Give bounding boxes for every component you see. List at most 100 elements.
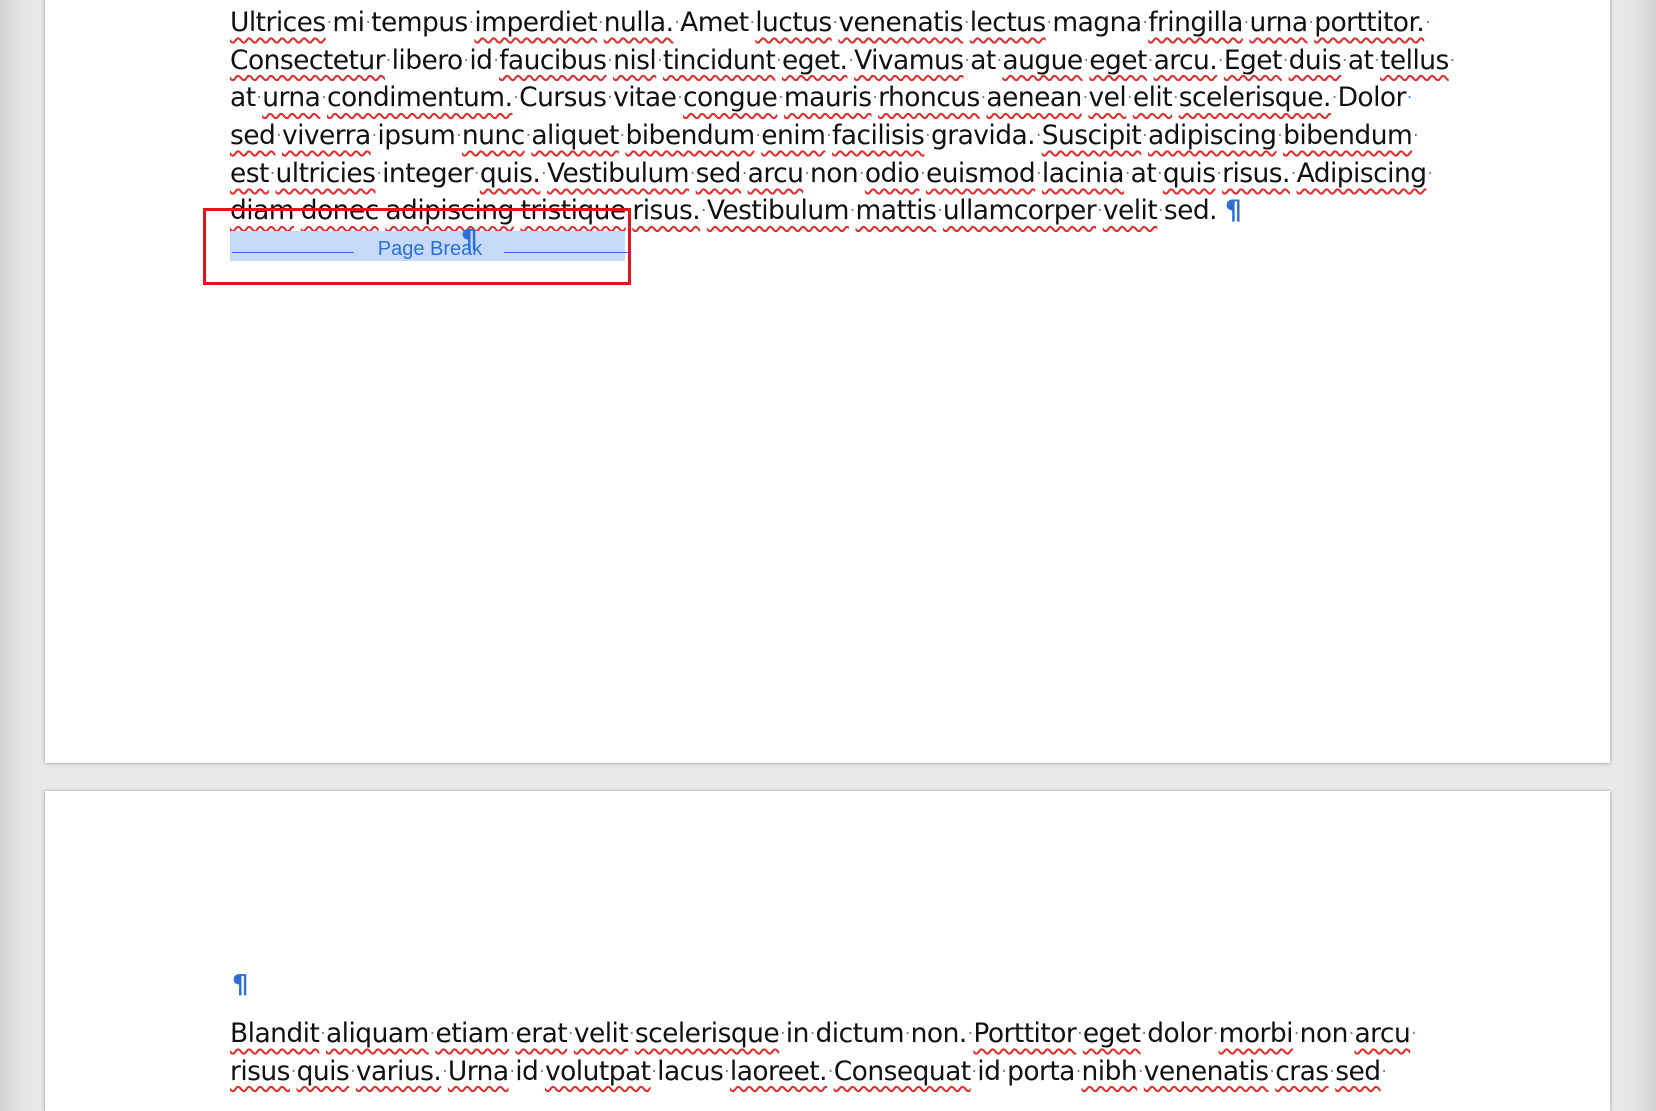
misspelled-word: odio bbox=[864, 157, 920, 189]
space-mark: · bbox=[509, 1061, 515, 1081]
space-mark: · bbox=[776, 50, 781, 70]
misspelled-word: Eget bbox=[1223, 44, 1283, 76]
misspelled-word: cras bbox=[1275, 1055, 1329, 1087]
space-mark: · bbox=[607, 50, 613, 70]
misspelled-word: duis bbox=[1288, 44, 1342, 76]
space-mark: · bbox=[971, 1061, 977, 1081]
document-page-1[interactable]: Ultrices·mi·tempus·imperdiet·nulla.·Amet… bbox=[45, 0, 1610, 763]
word: Cursus bbox=[519, 82, 607, 114]
misspelled-word: imperdiet bbox=[474, 7, 598, 38]
misspelled-word: fringilla bbox=[1148, 7, 1243, 38]
space-mark: · bbox=[463, 50, 469, 70]
misspelled-word: mattis bbox=[855, 195, 937, 227]
space-mark: · bbox=[1077, 1024, 1082, 1044]
page-break-rule-left bbox=[232, 252, 354, 253]
space-mark: · bbox=[1425, 13, 1430, 33]
word: libero bbox=[391, 44, 464, 76]
empty-paragraph-mark[interactable]: ¶ bbox=[232, 970, 249, 1000]
misspelled-word: venenatis bbox=[838, 7, 964, 38]
space-mark: · bbox=[741, 163, 747, 183]
space-mark: · bbox=[276, 126, 281, 146]
space-mark: · bbox=[365, 13, 371, 33]
word: non bbox=[1299, 1018, 1349, 1049]
space-mark: · bbox=[568, 1024, 573, 1044]
misspelled-word: Consectetur bbox=[230, 44, 385, 76]
misspelled-word: arcu bbox=[1354, 1018, 1411, 1049]
misspelled-word: Consequat bbox=[833, 1055, 971, 1087]
text-line: at·urna·condimentum.·Cursus·vitae·congue… bbox=[230, 79, 1445, 117]
misspelled-word: velit bbox=[1102, 195, 1158, 227]
misspelled-word: arcu. bbox=[1153, 44, 1218, 76]
misspelled-word: adipiscing bbox=[385, 195, 514, 227]
space-mark: · bbox=[1036, 163, 1041, 183]
space-mark: · bbox=[1124, 163, 1130, 183]
space-mark: · bbox=[493, 50, 499, 70]
misspelled-word: luctus bbox=[755, 7, 832, 38]
page-break-marker[interactable]: Page Break bbox=[230, 231, 630, 261]
word: non bbox=[810, 157, 859, 189]
misspelled-word: velit bbox=[573, 1018, 629, 1049]
misspelled-word: tincidunt bbox=[662, 44, 776, 76]
misspelled-word: est bbox=[230, 157, 269, 189]
misspelled-word: aliquam bbox=[325, 1018, 429, 1049]
space-mark: · bbox=[1157, 163, 1162, 183]
word: at bbox=[1130, 157, 1157, 189]
misspelled-word: sed bbox=[695, 157, 742, 189]
text-line: Blandit·aliquam·etiam·erat·velit·sceleri… bbox=[230, 1015, 1445, 1053]
word: vitae bbox=[613, 82, 677, 114]
space-mark: · bbox=[872, 88, 878, 108]
misspelled-word: quis. bbox=[479, 157, 541, 189]
space-mark: · bbox=[1173, 88, 1178, 108]
space-mark: · bbox=[828, 1061, 833, 1081]
space-mark: · bbox=[689, 163, 695, 183]
word: magna bbox=[1052, 7, 1142, 38]
misspelled-word: erat bbox=[515, 1018, 568, 1049]
space-mark: · bbox=[980, 88, 986, 108]
space-mark: · bbox=[1406, 88, 1412, 108]
body-paragraph[interactable]: Ultrices·mi·tempus·imperdiet·nulla.·Amet… bbox=[230, 4, 1455, 230]
space-mark: · bbox=[429, 1024, 435, 1044]
space-mark: · bbox=[1427, 163, 1433, 183]
space-mark: · bbox=[1308, 13, 1314, 33]
misspelled-word: Vivamus bbox=[854, 44, 964, 76]
space-mark: · bbox=[295, 201, 300, 221]
space-mark: · bbox=[724, 1061, 729, 1081]
document-page-2[interactable]: ¶ Blandit·aliquam·etiam·erat·velit·scele… bbox=[45, 791, 1610, 1111]
space-mark: · bbox=[468, 13, 474, 33]
misspelled-word: risus. bbox=[1222, 157, 1290, 189]
space-mark: · bbox=[371, 126, 377, 146]
body-paragraph[interactable]: Blandit·aliquam·etiam·erat·velit·sceleri… bbox=[230, 1015, 1445, 1090]
space-mark: · bbox=[1243, 13, 1249, 33]
space-mark: · bbox=[1075, 1061, 1081, 1081]
misspelled-word: Suscipit bbox=[1041, 120, 1142, 152]
space-mark: · bbox=[1216, 163, 1222, 183]
space-mark: · bbox=[541, 163, 546, 183]
space-mark: · bbox=[376, 163, 382, 183]
space-mark: · bbox=[674, 13, 680, 33]
misspelled-word: eget. bbox=[781, 44, 848, 76]
space-mark: · bbox=[1141, 1024, 1147, 1044]
misspelled-word: morbi bbox=[1218, 1018, 1294, 1049]
space-mark: · bbox=[937, 201, 942, 221]
space-mark: · bbox=[780, 1024, 785, 1044]
page-break-rule-right bbox=[504, 252, 630, 253]
space-mark: · bbox=[804, 163, 810, 183]
space-mark: · bbox=[539, 1061, 544, 1081]
space-mark: · bbox=[920, 163, 925, 183]
misspelled-word: laoreet. bbox=[729, 1055, 828, 1087]
space-mark: · bbox=[619, 126, 625, 146]
misspelled-word: faucibus bbox=[499, 44, 607, 76]
page-break-pilcrow-mark: ¶ bbox=[461, 225, 478, 255]
misspelled-word: enim bbox=[761, 120, 826, 152]
word: Dolor bbox=[1337, 82, 1407, 114]
misspelled-word: arcu bbox=[747, 157, 804, 189]
space-mark: · bbox=[385, 50, 391, 70]
misspelled-word: sed bbox=[230, 120, 276, 152]
space-mark: · bbox=[1083, 50, 1089, 70]
space-mark: · bbox=[626, 201, 632, 221]
space-mark: · bbox=[290, 1061, 296, 1081]
misspelled-word: Porttitor bbox=[973, 1018, 1077, 1049]
space-mark: · bbox=[1127, 88, 1132, 108]
space-mark: · bbox=[629, 1024, 634, 1044]
space-mark: · bbox=[1097, 201, 1102, 221]
